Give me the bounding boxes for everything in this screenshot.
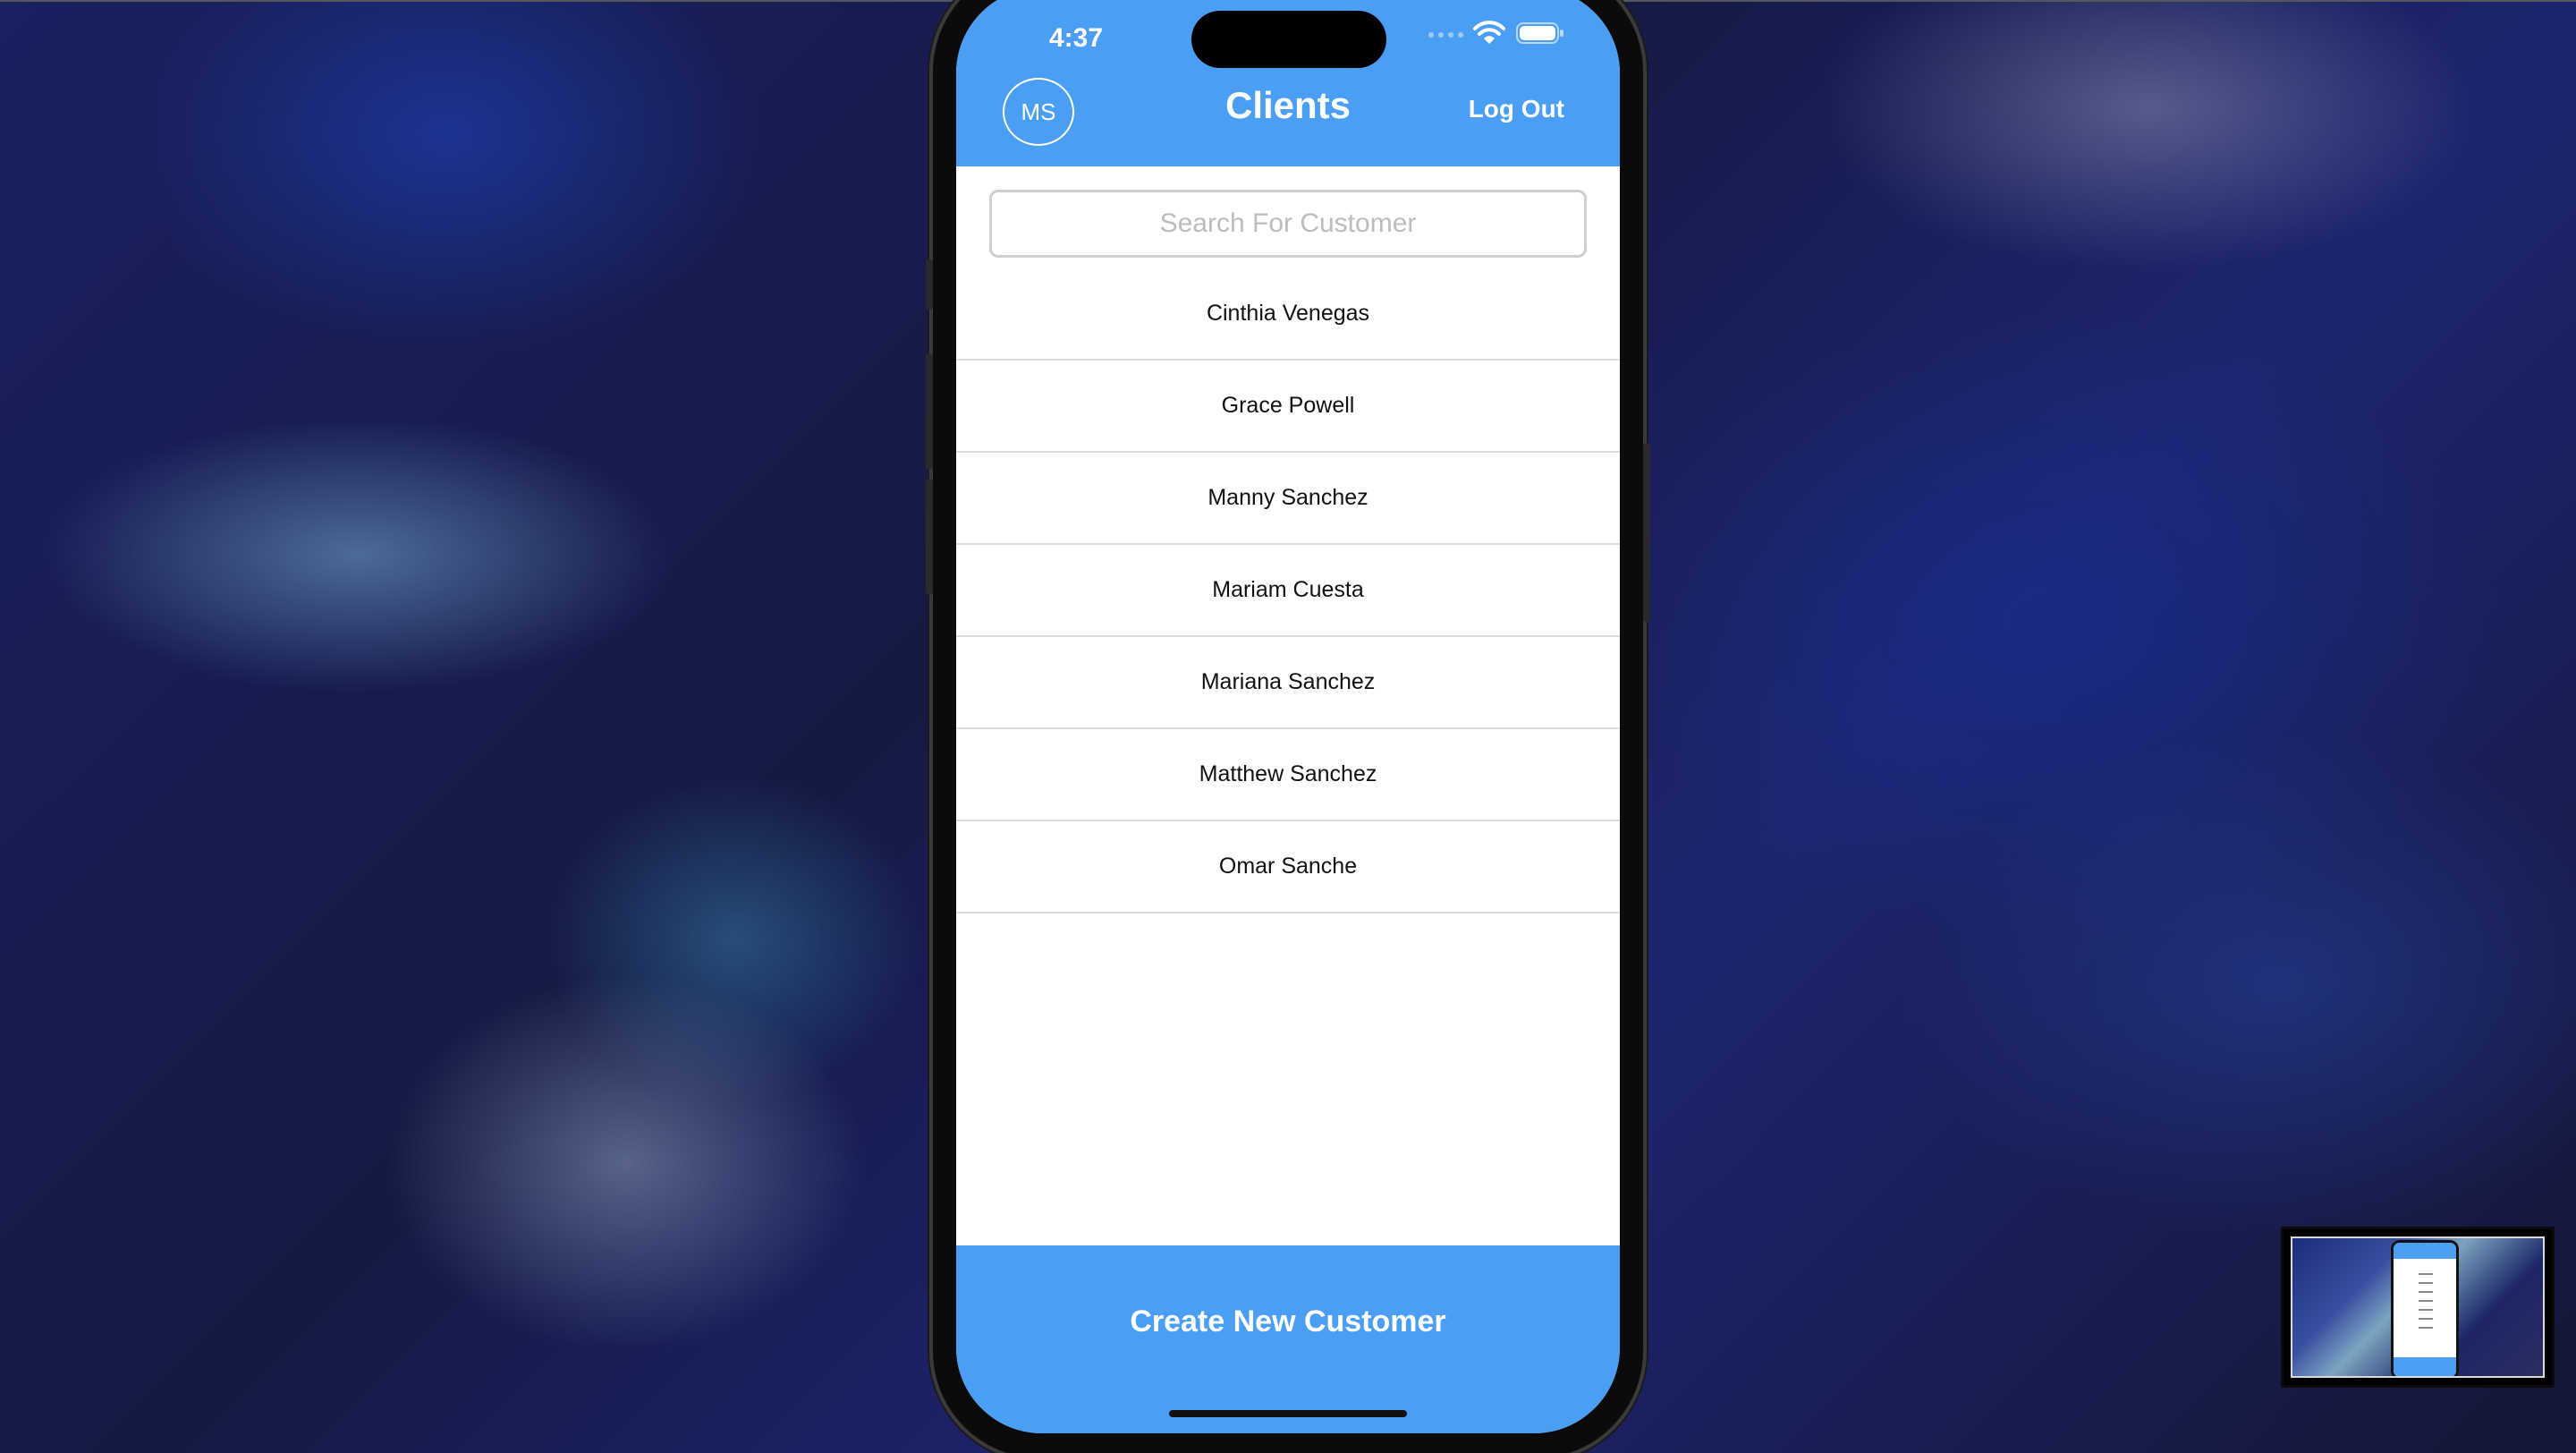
logout-button[interactable]: Log Out: [1457, 95, 1600, 123]
create-customer-button[interactable]: Create New Customer: [956, 1245, 1620, 1433]
app-header: 4:37 MS Clients Log Out: [956, 0, 1620, 166]
list-item[interactable]: Cinthia Venegas: [956, 268, 1620, 361]
thumbnail-preview: [2291, 1236, 2545, 1378]
volume-down-button[interactable]: [926, 479, 933, 595]
list-item[interactable]: Mariana Sanchez: [956, 637, 1620, 729]
page-title: Clients: [1224, 84, 1352, 126]
power-button[interactable]: [1643, 443, 1650, 622]
volume-up-button[interactable]: [926, 353, 933, 470]
list-item[interactable]: Matthew Sanchez: [956, 729, 1620, 821]
list-item[interactable]: Mariam Cuesta: [956, 545, 1620, 637]
wifi-icon: [1473, 21, 1505, 44]
home-indicator[interactable]: [1169, 1410, 1407, 1417]
list-item[interactable]: Manny Sanchez: [956, 453, 1620, 545]
list-item[interactable]: Omar Sanche: [956, 821, 1620, 913]
action-button[interactable]: [926, 259, 933, 310]
client-list: Cinthia Venegas Grace Powell Manny Sanch…: [956, 268, 1620, 913]
signal-icon: [1428, 32, 1468, 38]
screenshot-thumbnail[interactable]: [2281, 1227, 2555, 1388]
dynamic-island: [1191, 11, 1386, 68]
thumbnail-phone: [2391, 1240, 2459, 1376]
avatar[interactable]: MS: [1003, 78, 1074, 146]
phone-screen: 4:37 MS Clients Log Out Cinthia Venegas …: [956, 0, 1620, 1433]
status-time: 4:37: [1048, 23, 1104, 53]
list-item[interactable]: Grace Powell: [956, 361, 1620, 453]
battery-icon: [1516, 22, 1563, 44]
search-input[interactable]: [989, 190, 1587, 258]
